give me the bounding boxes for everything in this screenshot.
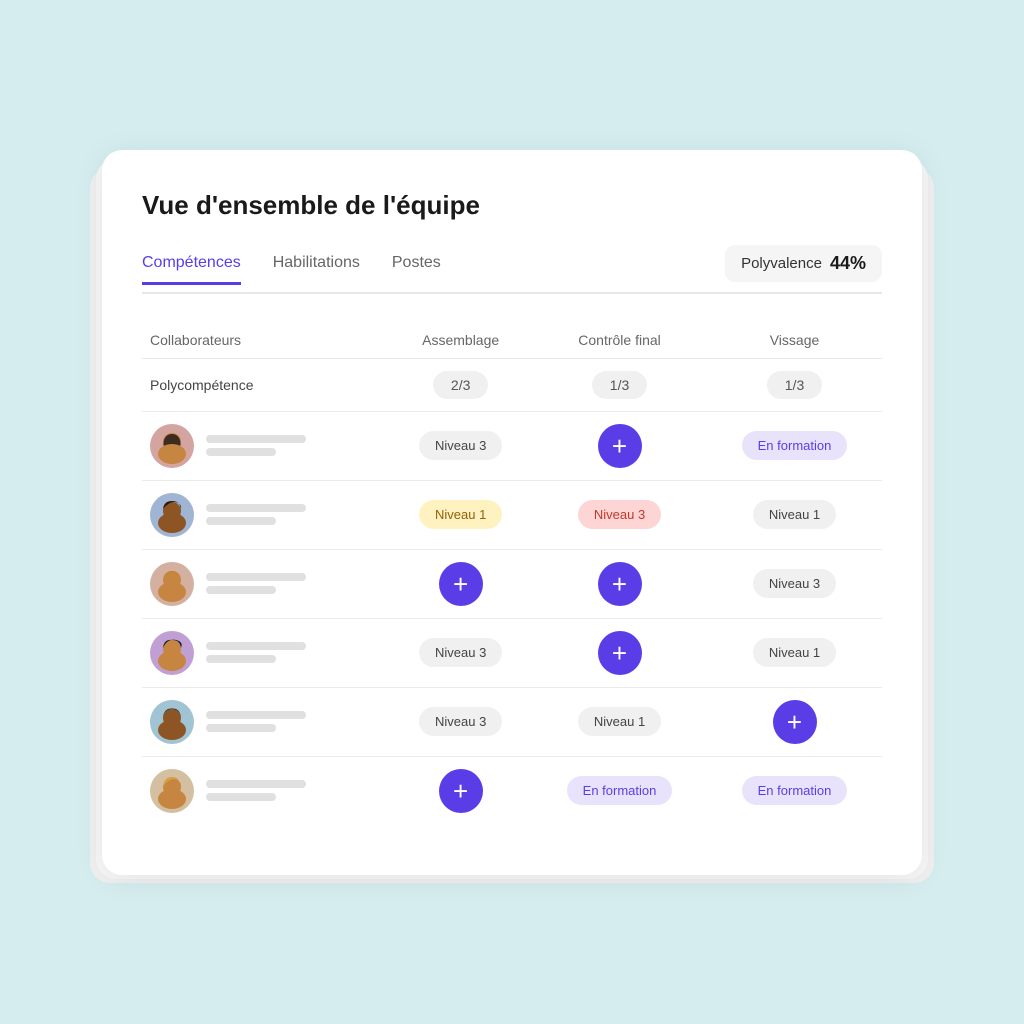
skill-badge: Niveau 1 [578, 707, 661, 736]
polyvalence-label: Polyvalence [741, 255, 822, 272]
avatar [150, 631, 194, 675]
name-line [206, 793, 276, 801]
collaborateur-cell [150, 493, 381, 537]
name-line [206, 711, 306, 719]
avatar [150, 424, 194, 468]
table-row: Niveau 3 + En formation [142, 411, 882, 480]
name-placeholder [206, 435, 306, 456]
skill-badge: En formation [742, 431, 848, 460]
skill-badge: Niveau 3 [419, 431, 502, 460]
skills-table: Collaborateurs Assemblage Contrôle final… [142, 322, 882, 825]
polyvalence-badge: Polyvalence 44% [725, 245, 882, 282]
name-placeholder [206, 780, 306, 801]
name-line [206, 586, 276, 594]
name-line [206, 448, 276, 456]
add-skill-button[interactable]: + [439, 769, 483, 813]
skill-badge: Niveau 1 [753, 638, 836, 667]
tab-habilitations[interactable]: Habilitations [273, 254, 360, 285]
card-stack: Vue d'ensemble de l'équipe Compétences H… [102, 150, 922, 875]
tabs-container: Compétences Habilitations Postes [142, 254, 441, 283]
name-placeholder [206, 711, 306, 732]
polyvalence-value: 44% [830, 253, 866, 274]
polycomp-assemblage: 2/3 [433, 371, 488, 399]
polycomp-controle: 1/3 [592, 371, 647, 399]
table-row: Niveau 3 Niveau 1 + [142, 687, 882, 756]
skill-badge: Niveau 3 [753, 569, 836, 598]
avatar [150, 493, 194, 537]
add-skill-button[interactable]: + [598, 631, 642, 675]
add-skill-button[interactable]: + [598, 562, 642, 606]
tabs-row: Compétences Habilitations Postes Polyval… [142, 245, 882, 294]
collaborateur-cell [150, 562, 381, 606]
name-line [206, 780, 306, 788]
name-line [206, 642, 306, 650]
name-line [206, 517, 276, 525]
col-header-collaborateurs: Collaborateurs [142, 322, 389, 359]
tab-postes[interactable]: Postes [392, 254, 441, 285]
tab-competences[interactable]: Compétences [142, 254, 241, 285]
polycomp-row: Polycompétence 2/3 1/3 1/3 [142, 358, 882, 411]
name-placeholder [206, 504, 306, 525]
skill-badge: En formation [567, 776, 673, 805]
name-line [206, 435, 306, 443]
name-line [206, 504, 306, 512]
table-row: Niveau 3 + Niveau 1 [142, 618, 882, 687]
collaborateur-cell [150, 700, 381, 744]
col-header-assemblage: Assemblage [389, 322, 532, 359]
collaborateur-cell [150, 631, 381, 675]
polycomp-vissage: 1/3 [767, 371, 822, 399]
collaborateur-cell [150, 424, 381, 468]
add-skill-button[interactable]: + [439, 562, 483, 606]
name-line [206, 573, 306, 581]
skill-badge: Niveau 1 [753, 500, 836, 529]
skill-badge: Niveau 1 [419, 500, 502, 529]
col-header-vissage: Vissage [707, 322, 882, 359]
skill-badge: Niveau 3 [578, 500, 661, 529]
col-header-controle: Contrôle final [532, 322, 707, 359]
avatar [150, 769, 194, 813]
skill-badge: Niveau 3 [419, 638, 502, 667]
avatar [150, 700, 194, 744]
add-skill-button[interactable]: + [773, 700, 817, 744]
name-line [206, 724, 276, 732]
name-placeholder [206, 642, 306, 663]
name-line [206, 655, 276, 663]
collaborateur-cell [150, 769, 381, 813]
table-row: Niveau 1 Niveau 3 Niveau 1 [142, 480, 882, 549]
main-card: Vue d'ensemble de l'équipe Compétences H… [102, 150, 922, 875]
name-placeholder [206, 573, 306, 594]
polycomp-label: Polycompétence [142, 358, 389, 411]
add-skill-button[interactable]: + [598, 424, 642, 468]
avatar [150, 562, 194, 606]
table-row: + + Niveau 3 [142, 549, 882, 618]
table-row: + En formation En formation [142, 756, 882, 825]
page-title: Vue d'ensemble de l'équipe [142, 190, 882, 221]
skill-badge: En formation [742, 776, 848, 805]
skill-badge: Niveau 3 [419, 707, 502, 736]
